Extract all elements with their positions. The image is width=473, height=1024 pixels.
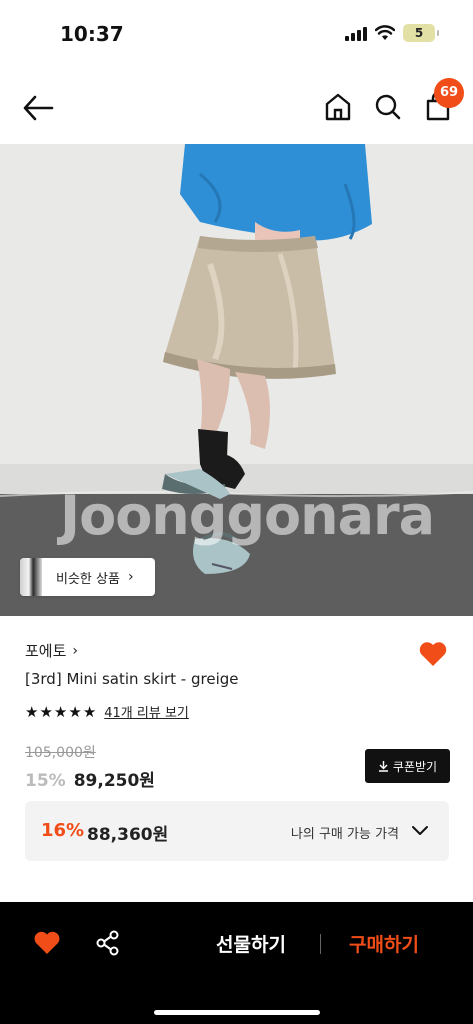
status-icons: 5 — [345, 24, 439, 42]
search-icon[interactable] — [374, 92, 402, 122]
bottom-action-bar: 선물하기 구매하기 — [0, 902, 473, 1024]
status-time: 10:37 — [60, 22, 124, 46]
signal-icon — [345, 25, 367, 41]
rating-stars: ★ ★ ★ ★ ★ — [25, 703, 96, 721]
my-price: 88,360원 — [87, 825, 169, 845]
price-row: 15% 89,250원 — [25, 766, 155, 791]
chevron-right-icon: › — [127, 569, 134, 585]
coupon-button[interactable]: 쿠폰받기 — [365, 749, 450, 783]
status-bar: 10:37 5 — [0, 0, 473, 70]
rating-row: ★ ★ ★ ★ ★ 41개 리뷰 보기 — [25, 702, 189, 722]
nav-bar: 69 — [0, 70, 473, 144]
watermark-text: Joonggonara — [60, 484, 435, 547]
cart-count-badge: 69 — [434, 78, 464, 108]
product-title: [3rd] Mini satin skirt - greige — [25, 670, 239, 688]
share-icon[interactable] — [96, 930, 120, 956]
similar-thumbnail — [20, 558, 42, 596]
gift-button[interactable]: 선물하기 — [216, 930, 286, 957]
my-discount-rate: 16% — [41, 820, 85, 841]
similar-products-button[interactable]: 비슷한 상품 › — [20, 558, 155, 596]
chevron-right-icon: › — [72, 642, 79, 659]
star-icon: ★ — [68, 702, 82, 721]
download-icon — [378, 761, 388, 772]
chevron-down-icon — [412, 826, 428, 835]
home-indicator — [154, 1010, 320, 1015]
coupon-label: 쿠폰받기 — [392, 759, 438, 774]
star-icon: ★ — [39, 702, 53, 721]
battery-icon: 5 — [403, 24, 439, 42]
divider — [320, 934, 321, 954]
wifi-icon — [375, 25, 395, 40]
heart-icon[interactable] — [33, 930, 61, 956]
sale-price: 89,250원 — [73, 771, 155, 791]
star-icon: ★ — [53, 702, 68, 721]
product-image[interactable]: Joonggonara — [0, 144, 473, 616]
buy-button[interactable]: 구매하기 — [349, 930, 419, 957]
favorite-heart-icon[interactable] — [418, 640, 448, 668]
back-arrow-icon[interactable] — [22, 94, 54, 122]
discount-rate: 15% — [25, 771, 66, 791]
star-icon: ★ — [25, 702, 39, 721]
my-price-label: 나의 구매 가능 가격 — [290, 827, 399, 842]
similar-label: 비슷한 상품 — [56, 571, 120, 587]
star-icon: ★ — [82, 702, 97, 721]
my-price-box[interactable]: 16% 88,360원 나의 구매 가능 가격 — [25, 801, 449, 861]
review-link[interactable]: 41개 리뷰 보기 — [104, 702, 189, 721]
home-icon[interactable] — [324, 92, 352, 122]
brand-link[interactable]: 포에토 › — [25, 640, 78, 661]
brand-name: 포에토 — [25, 642, 67, 660]
original-price: 105,000원 — [25, 745, 96, 761]
